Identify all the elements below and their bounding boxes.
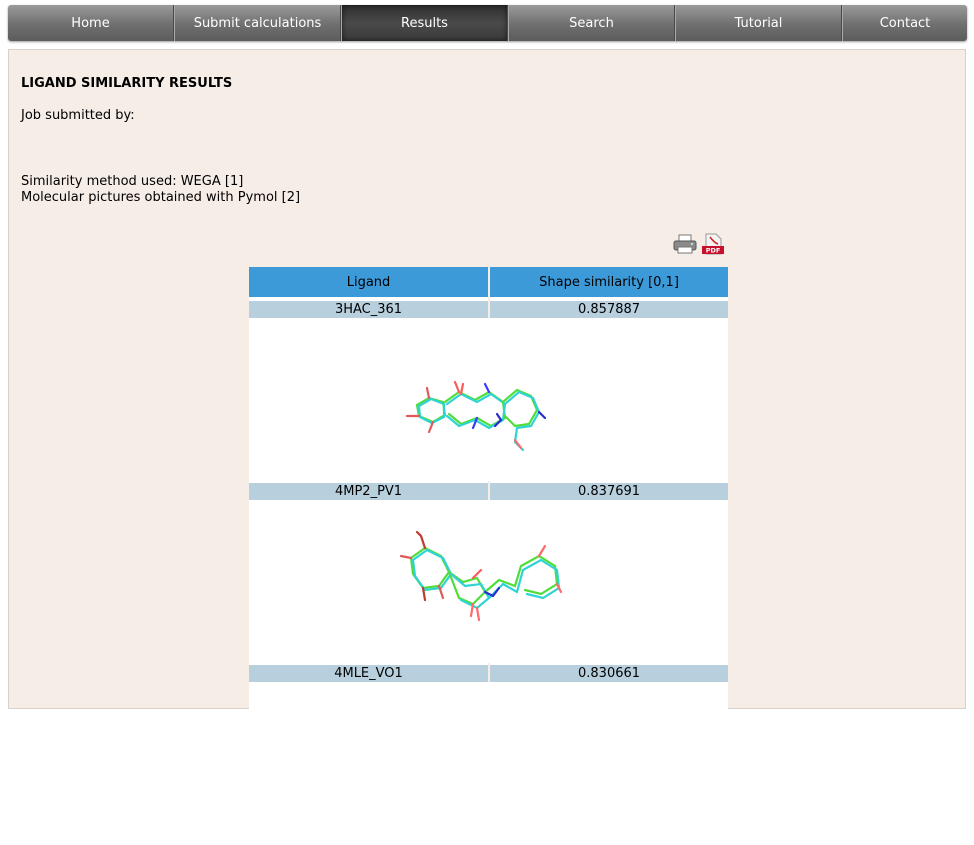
printer-icon[interactable] <box>673 233 697 255</box>
results-table: Ligand Shape similarity [0,1] 3HAC_361 0… <box>247 267 730 845</box>
table-row: 4MLE_VO1 0.830661 <box>249 663 728 682</box>
molecule-image-cell <box>249 682 728 845</box>
pdf-icon[interactable]: PDF <box>701 233 725 255</box>
job-submitted-label: Job submitted by: <box>21 108 135 123</box>
nav-contact[interactable]: Contact <box>842 5 967 41</box>
table-row: 3HAC_361 0.857887 <box>249 299 728 318</box>
similarity-value: 0.837691 <box>490 481 728 500</box>
molecule-image-cell <box>249 500 728 663</box>
nav-results[interactable]: Results <box>341 5 508 41</box>
pictures-line: Molecular pictures obtained with Pymol [… <box>21 190 301 205</box>
ligand-name: 3HAC_361 <box>249 299 489 318</box>
export-icons: PDF <box>673 233 725 255</box>
similarity-value: 0.857887 <box>490 299 728 318</box>
nav-home[interactable]: Home <box>8 5 174 41</box>
table-row: 4MP2_PV1 0.837691 <box>249 481 728 500</box>
molecule-image-cell <box>249 318 728 481</box>
molecule-image <box>399 530 562 622</box>
similarity-value: 0.830661 <box>490 663 728 682</box>
nav-search[interactable]: Search <box>508 5 675 41</box>
table-image-row <box>249 318 728 481</box>
header-ligand: Ligand <box>249 267 489 299</box>
method-line: Similarity method used: WEGA [1] <box>21 174 244 189</box>
ligand-name: 4MP2_PV1 <box>249 481 489 500</box>
nav-tutorial[interactable]: Tutorial <box>675 5 842 41</box>
ligand-name: 4MLE_VO1 <box>249 663 489 682</box>
page-title: LIGAND SIMILARITY RESULTS <box>21 76 233 91</box>
header-shape-similarity: Shape similarity [0,1] <box>490 267 728 299</box>
molecule-image <box>405 380 546 452</box>
nav-submit-calculations[interactable]: Submit calculations <box>174 5 341 41</box>
pdf-icon-label: PDF <box>706 247 721 255</box>
top-navigation: Home Submit calculations Results Search … <box>8 5 967 41</box>
table-image-row <box>249 500 728 663</box>
table-image-row <box>249 682 728 845</box>
main-content: LIGAND SIMILARITY RESULTS Job submitted … <box>8 49 966 845</box>
